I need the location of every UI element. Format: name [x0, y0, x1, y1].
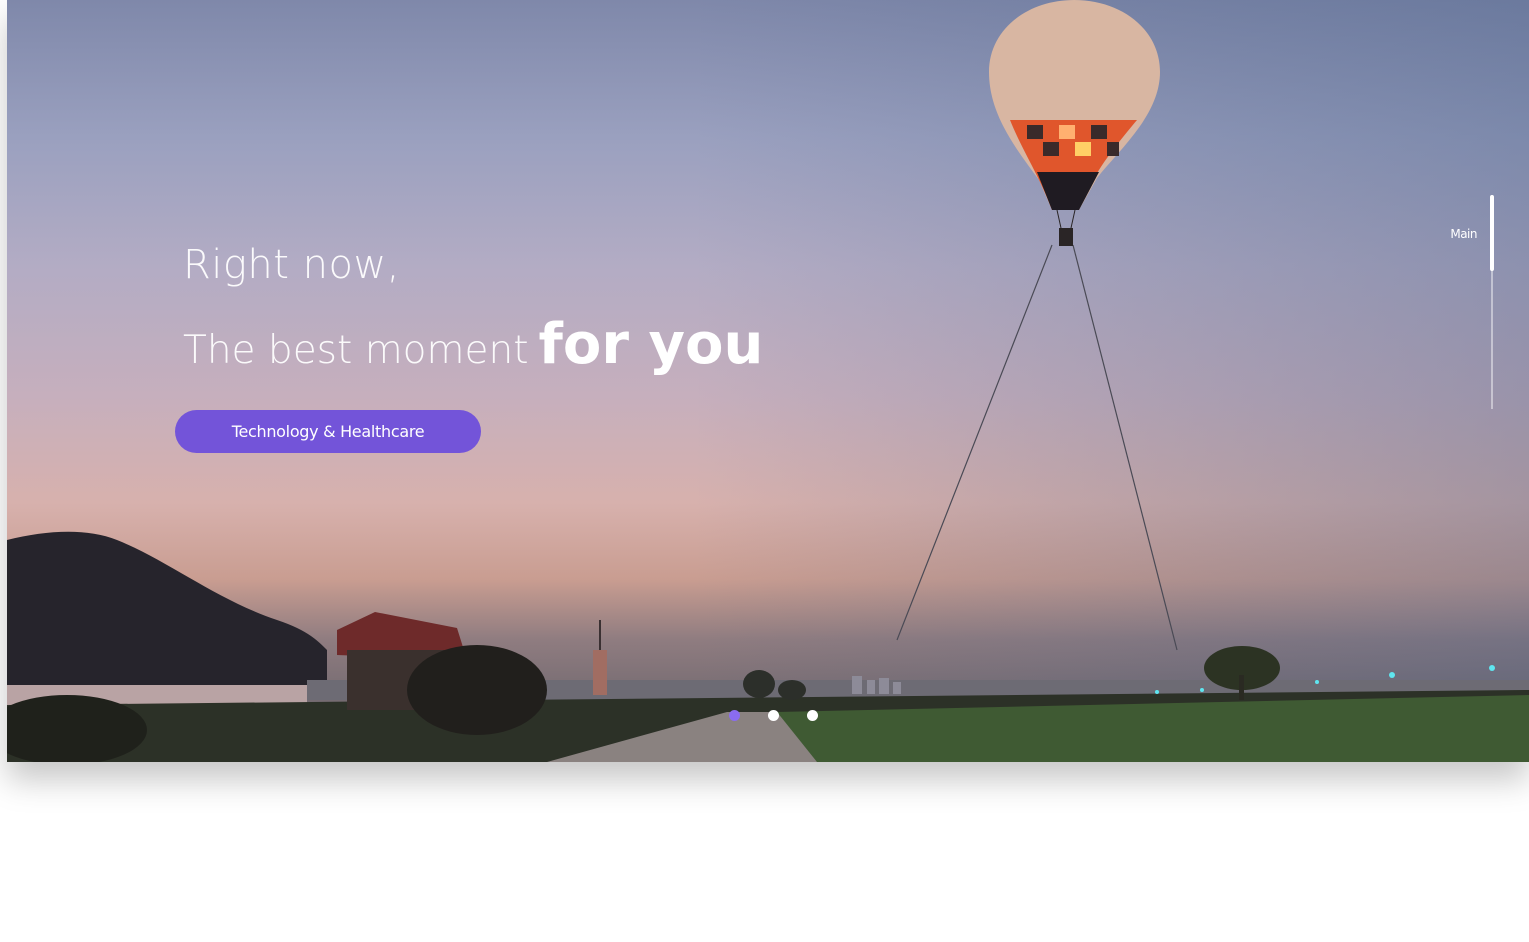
hot-air-balloon: [989, 0, 1160, 246]
tether-line-right: [1072, 244, 1178, 651]
technology-healthcare-button[interactable]: Technology & Healthcare: [175, 410, 481, 453]
tether-line-left: [896, 244, 1053, 641]
headline-light-text: The best moment: [183, 328, 529, 373]
slide-pagination: [729, 710, 818, 721]
side-nav-active-indicator[interactable]: [1490, 195, 1494, 271]
landscape-illustration: [7, 0, 1529, 762]
hero-headline: Right now, The best moment for you: [183, 240, 763, 377]
pagination-dot-2[interactable]: [768, 710, 779, 721]
side-navigation: Main: [1439, 195, 1499, 409]
pagination-dot-1[interactable]: [729, 710, 740, 721]
hero-banner: Right now, The best moment for you Techno…: [7, 0, 1529, 762]
headline-line-2: The best moment for you: [183, 312, 763, 377]
mountain-silhouette: [7, 531, 327, 700]
headline-bold-text: for you: [538, 312, 764, 377]
side-nav-label-main[interactable]: Main: [1450, 227, 1477, 241]
pagination-dot-3[interactable]: [807, 710, 818, 721]
headline-line-1: Right now,: [183, 242, 400, 288]
